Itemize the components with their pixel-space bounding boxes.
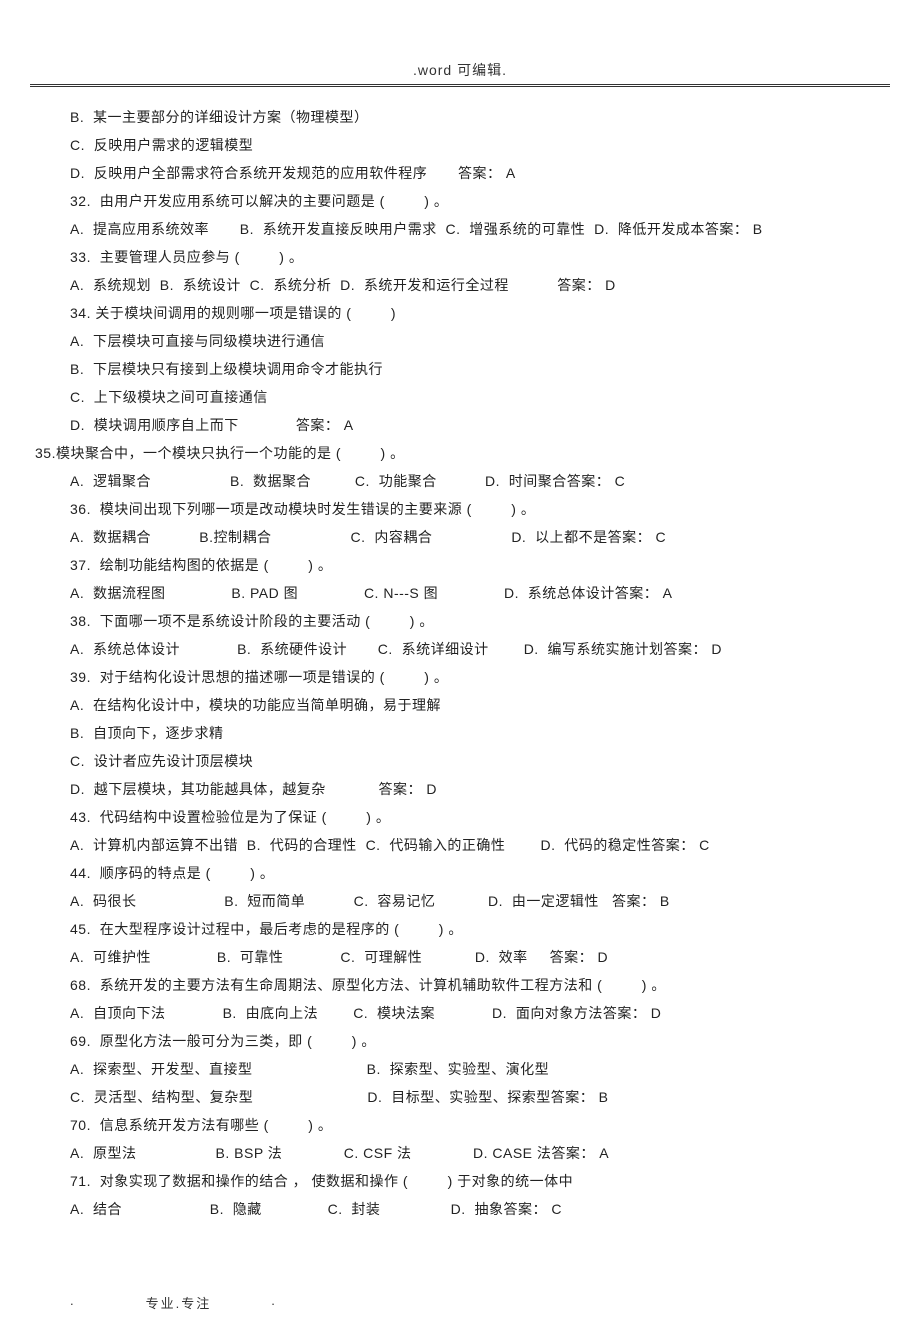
text-line: A. 数据流程图 B. PAD 图 C. N---S 图 D. 系统总体设计答案… (70, 579, 850, 607)
text-line: 34. 关于模块间调用的规则哪一项是错误的 ( ) (70, 299, 850, 327)
text-line: B. 某一主要部分的详细设计方案（物理模型） (70, 103, 850, 131)
text-line: D. 越下层模块，其功能越具体，越复杂 答案： D (70, 775, 850, 803)
text-line: A. 自顶向下法 B. 由底向上法 C. 模块法案 D. 面向对象方法答案： D (70, 999, 850, 1027)
text-line: A. 提高应用系统效率 B. 系统开发直接反映用户需求 C. 增强系统的可靠性 … (70, 215, 850, 243)
text-line: B. 下层模块只有接到上级模块调用命令才能执行 (70, 355, 850, 383)
text-line: 70. 信息系统开发方法有哪些 ( ) 。 (70, 1111, 850, 1139)
text-line: 36. 模块间出现下列哪一项是改动模块时发生错误的主要来源 ( ) 。 (70, 495, 850, 523)
text-line: A. 结合 B. 隐藏 C. 封装 D. 抽象答案： C (70, 1195, 850, 1223)
text-line: A. 码很长 B. 短而简单 C. 容易记忆 D. 由一定逻辑性 答案： B (70, 887, 850, 915)
text-line: C. 上下级模块之间可直接通信 (70, 383, 850, 411)
text-line: C. 灵活型、结构型、复杂型 D. 目标型、实验型、探索型答案： B (70, 1083, 850, 1111)
text-line: 35.模块聚合中，一个模块只执行一个功能的是 ( ) 。 (35, 439, 850, 467)
text-line: 69. 原型化方法一般可分为三类，即 ( ) 。 (70, 1027, 850, 1055)
text-line: 39. 对于结构化设计思想的描述哪一项是错误的 ( ) 。 (70, 663, 850, 691)
document-content: B. 某一主要部分的详细设计方案（物理模型）C. 反映用户需求的逻辑模型D. 反… (30, 103, 890, 1223)
text-line: A. 计算机内部运算不出错 B. 代码的合理性 C. 代码输入的正确性 D. 代… (70, 831, 850, 859)
text-line: D. 反映用户全部需求符合系统开发规范的应用软件程序 答案： A (70, 159, 850, 187)
text-line: A. 逻辑聚合 B. 数据聚合 C. 功能聚合 D. 时间聚合答案： C (70, 467, 850, 495)
text-line: A. 下层模块可直接与同级模块进行通信 (70, 327, 850, 355)
footer-center: 专业.专注 (146, 1293, 212, 1312)
page-footer: . 专业.专注 . (0, 1293, 920, 1332)
page-header: .word 可编辑. (30, 60, 890, 80)
text-line: A. 原型法 B. BSP 法 C. CSF 法 D. CASE 法答案： A (70, 1139, 850, 1167)
text-line: 33. 主要管理人员应参与 ( ) 。 (70, 243, 850, 271)
text-line: 32. 由用户开发应用系统可以解决的主要问题是 ( ) 。 (70, 187, 850, 215)
text-line: 71. 对象实现了数据和操作的结合 ， 使数据和操作 ( ) 于对象的统一体中 (70, 1167, 850, 1195)
text-line: 44. 顺序码的特点是 ( ) 。 (70, 859, 850, 887)
text-line: A. 系统规划 B. 系统设计 C. 系统分析 D. 系统开发和运行全过程 答案… (70, 271, 850, 299)
text-line: 43. 代码结构中设置检验位是为了保证 ( ) 。 (70, 803, 850, 831)
text-line: D. 模块调用顺序自上而下 答案： A (70, 411, 850, 439)
text-line: A. 系统总体设计 B. 系统硬件设计 C. 系统详细设计 D. 编写系统实施计… (70, 635, 850, 663)
text-line: B. 自顶向下，逐步求精 (70, 719, 850, 747)
text-line: A. 探索型、开发型、直接型 B. 探索型、实验型、演化型 (70, 1055, 850, 1083)
footer-right-dot: . (271, 1293, 277, 1312)
footer-left-dot: . (70, 1293, 76, 1312)
text-line: C. 设计者应先设计顶层模块 (70, 747, 850, 775)
text-line: 38. 下面哪一项不是系统设计阶段的主要活动 ( ) 。 (70, 607, 850, 635)
text-line: 68. 系统开发的主要方法有生命周期法、原型化方法、计算机辅助软件工程方法和 (… (70, 971, 850, 999)
text-line: C. 反映用户需求的逻辑模型 (70, 131, 850, 159)
text-line: 37. 绘制功能结构图的依据是 ( ) 。 (70, 551, 850, 579)
text-line: A. 在结构化设计中，模块的功能应当简单明确，易于理解 (70, 691, 850, 719)
header-divider (30, 84, 890, 87)
text-line: 45. 在大型程序设计过程中，最后考虑的是程序的 ( ) 。 (70, 915, 850, 943)
text-line: A. 数据耦合 B.控制耦合 C. 内容耦合 D. 以上都不是答案： C (70, 523, 850, 551)
text-line: A. 可维护性 B. 可靠性 C. 可理解性 D. 效率 答案： D (70, 943, 850, 971)
